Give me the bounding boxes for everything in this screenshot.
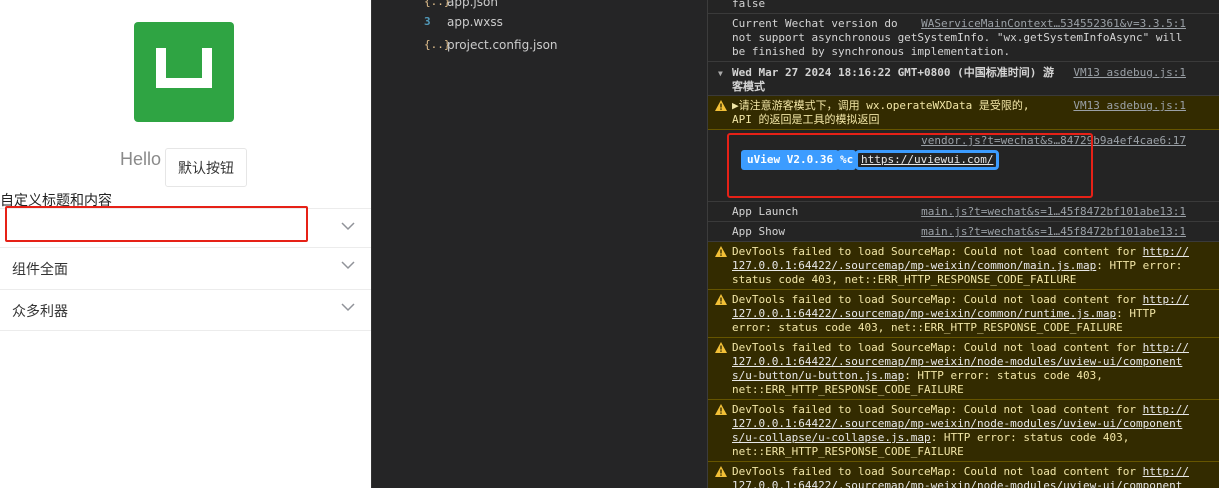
logo-u-icon <box>156 48 212 88</box>
message-text: ▶请注意游客模式下，调用 wx.operateWXData 是受限的, API … <box>732 99 1030 126</box>
console-panel: false Current Wechat version do not supp… <box>707 0 1219 488</box>
uview-logo <box>134 22 234 122</box>
chevron-down-icon <box>341 303 355 312</box>
warning-icon <box>715 100 727 111</box>
warning-icon <box>715 294 727 305</box>
source-link[interactable]: main.js?t=wechat&s=1…45f8472bf101abe13:1 <box>921 205 1186 219</box>
message-text: DevTools failed to load SourceMap: Could… <box>732 341 1189 396</box>
message-text: DevTools failed to load SourceMap: Could… <box>732 293 1189 334</box>
message-text: DevTools failed to load SourceMap: Could… <box>732 245 1189 286</box>
file-name: project.config.json <box>447 38 558 52</box>
source-link[interactable]: main.js?t=wechat&s=1…45f8472bf101abe13:1 <box>921 225 1186 239</box>
message-text: Wed Mar 27 2024 18:16:22 GMT+0800 (中国标准时… <box>732 66 1055 93</box>
file-name: app.wxss <box>447 15 503 29</box>
collapse-item-label: 组件全面 <box>12 262 68 278</box>
console-message: false <box>708 0 1219 14</box>
console-message: Current Wechat version do not support as… <box>708 14 1219 62</box>
chevron-down-icon <box>341 222 355 231</box>
message-text: DevTools failed to load SourceMap: Could… <box>732 403 1189 458</box>
console-group-header[interactable]: ▼ Wed Mar 27 2024 18:16:22 GMT+0800 (中国标… <box>708 62 1219 96</box>
console-warning: ▶请注意游客模式下，调用 wx.operateWXData 是受限的, API … <box>708 96 1219 130</box>
console-message: App Launch main.js?t=wechat&s=1…45f8472b… <box>708 202 1219 222</box>
json-braces-icon: {..} <box>424 0 451 8</box>
console-warning: DevTools failed to load SourceMap: Could… <box>708 290 1219 338</box>
source-link[interactable]: VM13 asdebug.js:1 <box>1073 66 1186 80</box>
default-button[interactable]: 默认按钮 <box>165 148 247 187</box>
file-name: app.json <box>447 0 498 9</box>
console-warning: DevTools failed to load SourceMap: Could… <box>708 462 1219 488</box>
message-text: App Launch <box>732 205 799 218</box>
message-text: DevTools failed to load SourceMap: Could… <box>732 465 1189 488</box>
console-message: App Show main.js?t=wechat&s=1…45f8472bf1… <box>708 222 1219 242</box>
collapse-item-tools[interactable]: 众多利器 <box>0 289 371 331</box>
hello-text: Hello <box>120 149 162 169</box>
simulator-panel: Hello 默认按钮 自定义标题和内容 组件全面 众多利器 <box>0 0 371 488</box>
warning-icon <box>715 466 727 477</box>
console-warning: DevTools failed to load SourceMap: Could… <box>708 400 1219 462</box>
warning-icon <box>715 246 727 257</box>
message-text: false <box>732 0 766 10</box>
json-braces-icon: {..} <box>424 38 451 51</box>
warning-icon <box>715 404 727 415</box>
source-link[interactable]: WAServiceMainContext…534552361&v=3.3.5:1 <box>921 17 1186 31</box>
warning-icon <box>715 342 727 353</box>
file-explorer: {..} app.json 3 app.wxss {..} project.co… <box>371 0 707 488</box>
chevron-down-icon <box>341 261 355 270</box>
collapse-item-label: 众多利器 <box>12 304 68 320</box>
message-text: App Show <box>732 225 785 238</box>
css-file-icon: 3 <box>424 15 431 28</box>
console-warning: DevTools failed to load SourceMap: Could… <box>708 338 1219 400</box>
highlight-box <box>727 133 1093 198</box>
highlight-box <box>5 206 308 242</box>
console-warning: DevTools failed to load SourceMap: Could… <box>708 242 1219 290</box>
collapse-item-components[interactable]: 组件全面 <box>0 247 371 289</box>
source-link[interactable]: VM13 asdebug.js:1 <box>1073 99 1186 113</box>
expand-triangle-icon: ▼ <box>718 69 723 78</box>
